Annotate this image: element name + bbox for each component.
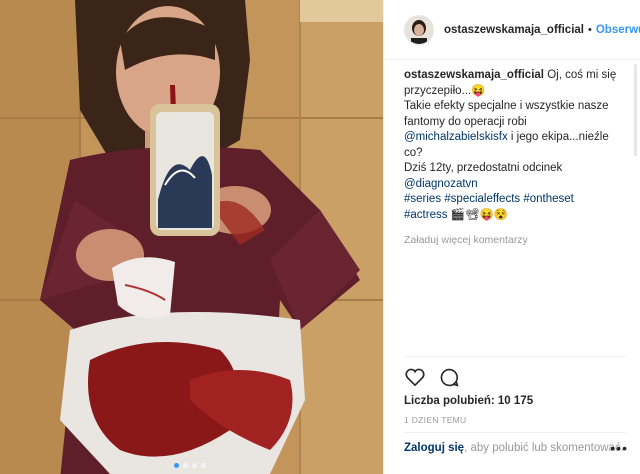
post-timestamp: 1 DZIEŃ TEMU [404, 415, 467, 425]
heart-icon[interactable] [404, 366, 426, 388]
carousel-dot[interactable] [174, 463, 179, 468]
carousel-dot[interactable] [192, 463, 197, 468]
login-prompt-text: , aby polubić lub skomentować. [464, 442, 624, 454]
post-actions: Liczba polubień: 10 175 1 DZIEŃ TEMU [404, 356, 626, 425]
caption-mention-1[interactable]: @michalzabielskisfx [404, 131, 508, 143]
speech-bubble-icon[interactable] [438, 366, 460, 388]
hashtag[interactable]: #ontheset [523, 193, 574, 205]
more-dots-icon[interactable]: ••• [610, 440, 628, 456]
caption-text-2: Takie efekty specjalne i wszystkie nasze… [404, 100, 609, 128]
hashtag[interactable]: #actress [404, 209, 447, 221]
carousel-dots [174, 463, 206, 468]
caption-username[interactable]: ostaszewskamaja_official [404, 69, 544, 81]
photo-image [0, 0, 383, 474]
avatar[interactable] [404, 14, 434, 45]
header-username[interactable]: ostaszewskamaja_official [444, 24, 584, 36]
post-sidebar: ostaszewskamaja_official • Obserwuj osta… [383, 0, 640, 474]
post-header: ostaszewskamaja_official • Obserwuj [384, 0, 640, 60]
carousel-dot[interactable] [183, 463, 188, 468]
caption-comment: ostaszewskamaja_official Oj, coś mi się … [404, 68, 626, 223]
login-prompt: Zaloguj się, aby polubić lub skomentować… [404, 432, 626, 456]
caption-mention-2[interactable]: @diagnozatvn [404, 178, 478, 190]
likes-count[interactable]: Liczba polubień: 10 175 [404, 395, 626, 407]
action-icons [404, 363, 626, 391]
instagram-post: ostaszewskamaja_official • Obserwuj osta… [0, 0, 640, 474]
hashtag[interactable]: #specialeffects [444, 193, 520, 205]
caption-emoji-1: 😝 [471, 84, 486, 97]
hashtag[interactable]: #series [404, 193, 441, 205]
comments-scrollbar[interactable] [634, 64, 637, 156]
comments-area: ostaszewskamaja_official Oj, coś mi się … [404, 68, 626, 249]
post-photo[interactable] [0, 0, 383, 474]
carousel-dot[interactable] [201, 463, 206, 468]
caption-text-4: Dziś 12ty, przedostatni odcinek [404, 162, 563, 174]
caption-emoji-2: 🎬📽😝😵 [450, 208, 509, 221]
header-separator: • [588, 23, 592, 36]
login-link[interactable]: Zaloguj się [404, 442, 464, 454]
follow-button[interactable]: Obserwuj [596, 24, 640, 36]
load-more-comments-link[interactable]: Załaduj więcej komentarzy [404, 233, 626, 249]
